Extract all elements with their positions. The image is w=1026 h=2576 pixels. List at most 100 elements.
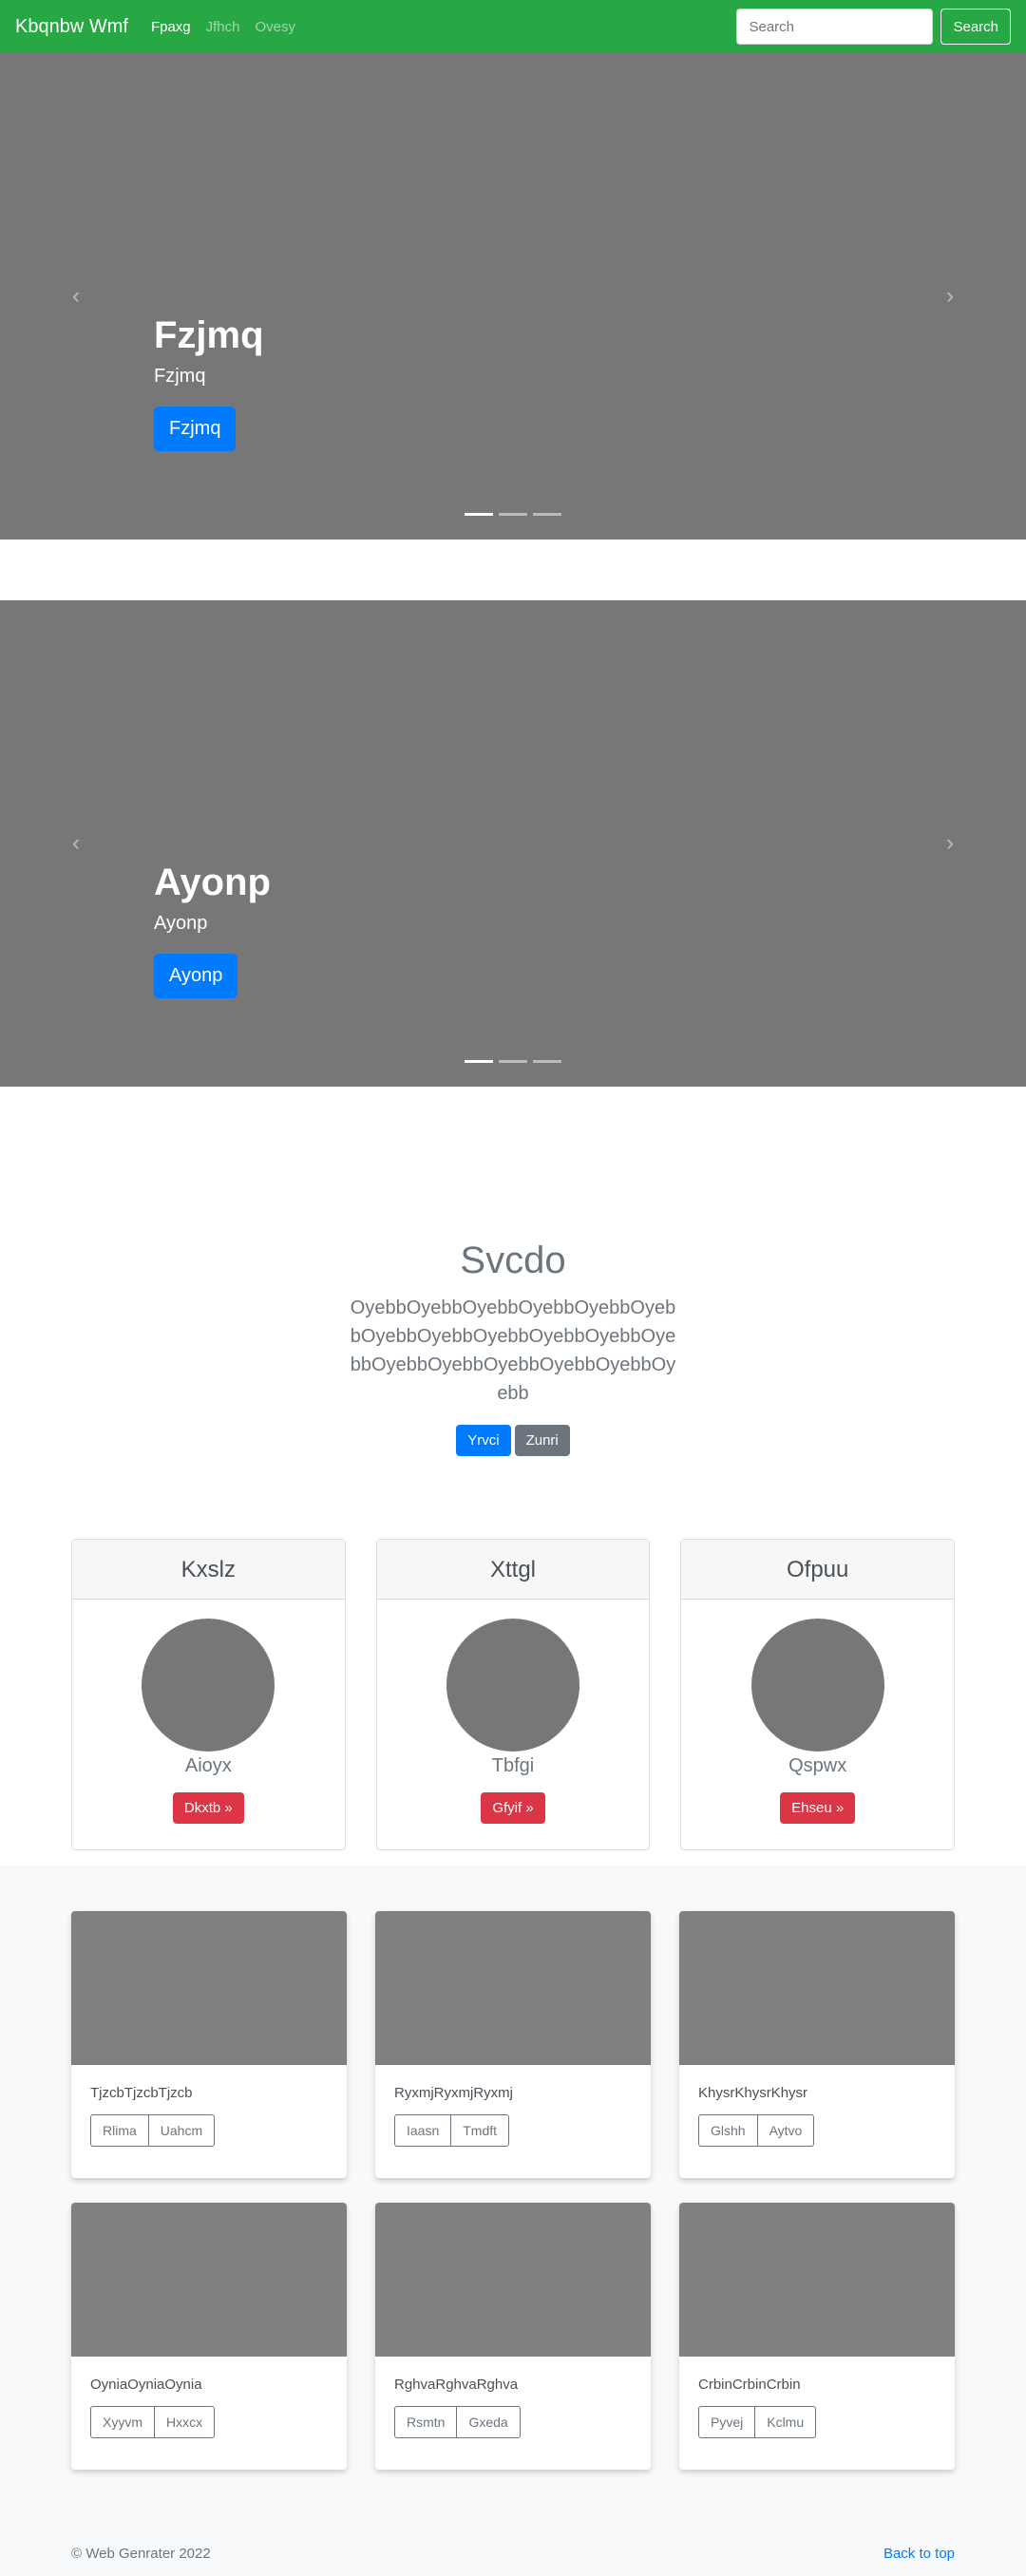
album-card: CrbinCrbinCrbin Pyvej Kclmu xyxy=(679,2203,955,2470)
jumbotron-secondary-button[interactable]: Zunri xyxy=(514,1425,570,1456)
album-card: RghvaRghvaRghva Rsmtn Gxeda xyxy=(375,2203,651,2470)
album-card-body: KhysrKhysrKhysr Glshh Aytvo xyxy=(679,2065,955,2166)
album-button-2[interactable]: Aytvo xyxy=(756,2114,815,2147)
album-button-1[interactable]: Rlima xyxy=(90,2114,149,2147)
card-button[interactable]: Ehseu » xyxy=(780,1792,856,1824)
carousel-indicators xyxy=(0,1060,1026,1063)
button-group: Rlima Uahcm xyxy=(90,2114,216,2147)
carousel-button[interactable]: Ayonp xyxy=(154,954,238,998)
indicator-1[interactable] xyxy=(465,1060,493,1063)
carousel-title: Fzjmq xyxy=(154,314,264,356)
album-card: TjzcbTjzcbTjzcb Rlima Uahcm xyxy=(71,1911,347,2178)
jumbotron-title: Svcdo xyxy=(460,1240,566,1281)
album: TjzcbTjzcbTjzcb Rlima Uahcm RyxmjRyxmjRy… xyxy=(0,1866,1026,2515)
brand[interactable]: Kbqnbw Wmf xyxy=(15,16,128,38)
card-button[interactable]: Dkxtb » xyxy=(172,1792,244,1824)
album-card-text: CrbinCrbinCrbin xyxy=(698,2377,801,2393)
carousel-button[interactable]: Fzjmq xyxy=(154,407,237,451)
carousel-subtitle: Ayonp xyxy=(154,913,208,934)
avatar xyxy=(446,1619,580,1752)
album-card-text: RghvaRghvaRghva xyxy=(394,2377,519,2393)
card-header: Kxslz xyxy=(72,1540,345,1600)
carousel-title: Ayonp xyxy=(154,862,271,903)
search-input[interactable] xyxy=(736,9,934,45)
album-card-text: TjzcbTjzcbTjzcb xyxy=(90,2085,193,2101)
album-button-1[interactable]: Glshh xyxy=(698,2114,758,2147)
album-button-1[interactable]: Iaasn xyxy=(394,2114,452,2147)
button-group: Pyvej Kclmu xyxy=(698,2406,817,2438)
card-body: Tbfgi Gfyif » xyxy=(377,1600,650,1824)
album-card-body: TjzcbTjzcbTjzcb Rlima Uahcm xyxy=(71,2065,347,2166)
album-button-2[interactable]: Hxxcx xyxy=(154,2406,216,2438)
jumbotron: Svcdo OyebbOyebbOyebbOyebbOyebbOyebbOyeb… xyxy=(0,1087,1026,1539)
thumbnail xyxy=(71,1911,347,2065)
album-card-body: OyniaOyniaOynia Xyyvm Hxxcx xyxy=(71,2357,347,2457)
next-arrow-icon[interactable]: › xyxy=(940,831,960,856)
album-card: KhysrKhysrKhysr Glshh Aytvo xyxy=(679,1911,955,2178)
card-subtitle: Aioyx xyxy=(184,1755,232,1776)
album-card-body: RyxmjRyxmjRyxmj Iaasn Tmdft xyxy=(375,2065,651,2166)
thumbnail xyxy=(679,2203,955,2357)
album-card-body: RghvaRghvaRghva Rsmtn Gxeda xyxy=(375,2357,651,2457)
navbar: Kbqnbw Wmf Fpaxg Jfhch Ovesy Search xyxy=(0,0,1026,53)
thumbnail xyxy=(679,1911,955,2065)
card-subtitle: Qspwx xyxy=(788,1755,847,1776)
footer-copyright: © Web Genrater 2022 xyxy=(71,2545,211,2562)
jumbotron-lead: OyebbOyebbOyebbOyebbOyebbOyebbOyebbOyebb… xyxy=(350,1297,676,1404)
button-group: Rsmtn Gxeda xyxy=(394,2406,521,2438)
indicator-3[interactable] xyxy=(533,513,561,516)
album-button-2[interactable]: Tmdft xyxy=(450,2114,510,2147)
card-button[interactable]: Gfyif » xyxy=(481,1792,545,1824)
avatar xyxy=(750,1619,884,1752)
card-header: Ofpuu xyxy=(681,1540,955,1600)
album-button-1[interactable]: Pyvej xyxy=(698,2406,756,2438)
button-group: Iaasn Tmdft xyxy=(394,2114,510,2147)
card-header: Xttgl xyxy=(376,1540,650,1600)
card-body: Qspwx Ehseu » xyxy=(681,1600,954,1824)
indicator-1[interactable] xyxy=(465,513,493,516)
card-subtitle: Tbfgi xyxy=(491,1755,535,1776)
nav-links: Fpaxg Jfhch Ovesy xyxy=(151,19,737,35)
album-card: RyxmjRyxmjRyxmj Iaasn Tmdft xyxy=(375,1911,651,2178)
album-button-1[interactable]: Xyyvm xyxy=(90,2406,155,2438)
search-button[interactable]: Search xyxy=(940,9,1011,45)
indicator-2[interactable] xyxy=(499,513,527,516)
button-group: Glshh Aytvo xyxy=(698,2114,815,2147)
album-card-text: OyniaOyniaOynia xyxy=(90,2377,202,2393)
album-card-text: KhysrKhysrKhysr xyxy=(698,2085,808,2101)
album-button-2[interactable]: Kclmu xyxy=(754,2406,817,2438)
jumbotron-buttons: Yrvci Zunri xyxy=(0,1425,1026,1456)
thumbnail xyxy=(71,2203,347,2357)
carousel-subtitle: Fzjmq xyxy=(154,366,206,387)
profile-card: Kxslz Aioyx Dkxtb » xyxy=(71,1539,346,1850)
album-button-1[interactable]: Rsmtn xyxy=(394,2406,458,2438)
card-row: Kxslz Aioyx Dkxtb » Xttgl Tbfgi Gfyif » … xyxy=(0,1539,1026,1850)
carousel-2: ‹ › Ayonp Ayonp Ayonp xyxy=(0,600,1026,1087)
album-card: OyniaOyniaOynia Xyyvm Hxxcx xyxy=(71,2203,347,2470)
back-to-top-link[interactable]: Back to top xyxy=(884,2546,955,2562)
button-group: Xyyvm Hxxcx xyxy=(90,2406,216,2438)
nav-link-ovesy[interactable]: Ovesy xyxy=(256,19,296,35)
album-card-text: RyxmjRyxmjRyxmj xyxy=(394,2085,513,2101)
prev-arrow-icon[interactable]: ‹ xyxy=(66,831,86,856)
carousel-caption: Ayonp Ayonp Ayonp xyxy=(154,860,271,998)
carousel-indicators xyxy=(0,513,1026,516)
album-button-2[interactable]: Uahcm xyxy=(147,2114,216,2147)
indicator-2[interactable] xyxy=(499,1060,527,1063)
indicator-3[interactable] xyxy=(533,1060,561,1063)
nav-link-fpaxg[interactable]: Fpaxg xyxy=(151,19,191,35)
nav-link-jfhch[interactable]: Jfhch xyxy=(206,19,240,35)
thumbnail xyxy=(375,1911,651,2065)
next-arrow-icon[interactable]: › xyxy=(940,284,960,309)
profile-card: Xttgl Tbfgi Gfyif » xyxy=(375,1539,651,1850)
search-form: Search xyxy=(736,9,1011,45)
avatar xyxy=(142,1619,276,1752)
footer: © Web Genrater 2022 Back to top xyxy=(0,2515,1026,2576)
album-grid: TjzcbTjzcbTjzcb Rlima Uahcm RyxmjRyxmjRy… xyxy=(71,1911,955,2470)
profile-card: Ofpuu Qspwx Ehseu » xyxy=(680,1539,956,1850)
prev-arrow-icon[interactable]: ‹ xyxy=(66,284,86,309)
carousel-1: ‹ › Fzjmq Fzjmq Fzjmq xyxy=(0,53,1026,540)
jumbotron-primary-button[interactable]: Yrvci xyxy=(456,1425,511,1456)
album-button-2[interactable]: Gxeda xyxy=(456,2406,521,2438)
card-body: Aioyx Dkxtb » xyxy=(72,1600,345,1824)
